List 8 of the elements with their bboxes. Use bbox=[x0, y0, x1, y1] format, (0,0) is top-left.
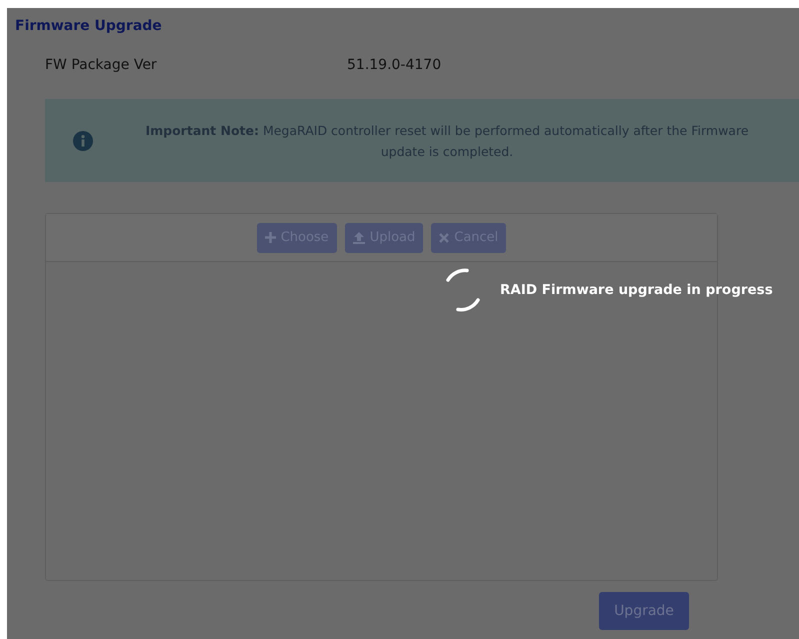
plus-icon bbox=[264, 232, 276, 243]
page-title: Firmware Upgrade bbox=[15, 17, 163, 36]
close-icon bbox=[439, 232, 450, 242]
package-version-label: FW Package Ver bbox=[45, 57, 158, 75]
info-icon bbox=[73, 130, 93, 150]
progress-message: RAID Firmware upgrade in progress bbox=[500, 282, 773, 298]
package-version-value: 51.19.0-4170 bbox=[347, 57, 442, 75]
upload-icon bbox=[352, 232, 365, 244]
